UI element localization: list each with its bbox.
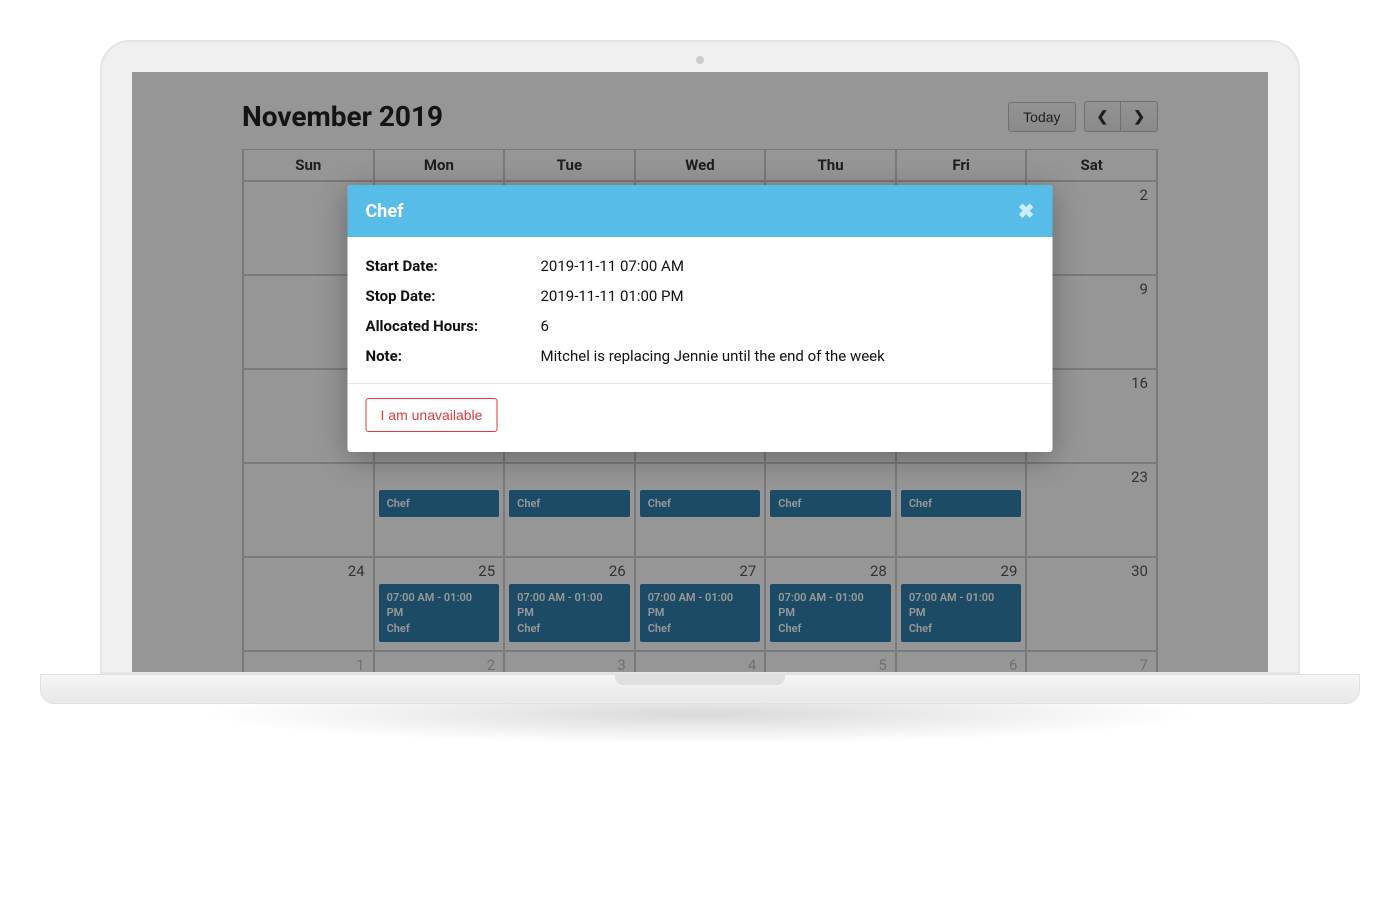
row-start-date: Start Date: 2019-11-11 07:00 AM — [366, 257, 1035, 275]
allocated-hours-value: 6 — [541, 317, 1035, 335]
note-label: Note: — [366, 347, 541, 365]
laptop-base — [40, 674, 1360, 704]
close-icon[interactable]: ✖ — [1018, 199, 1035, 223]
laptop-frame: November 2019 Today ❮ ❯ — [100, 40, 1300, 744]
modal-body: Start Date: 2019-11-11 07:00 AM Stop Dat… — [348, 237, 1053, 384]
modal-header: Chef ✖ — [348, 185, 1053, 237]
camera-dot — [696, 56, 704, 64]
start-date-label: Start Date: — [366, 257, 541, 275]
row-note: Note: Mitchel is replacing Jennie until … — [366, 347, 1035, 365]
modal-footer: I am unavailable — [348, 384, 1053, 452]
start-date-value: 2019-11-11 07:00 AM — [541, 257, 1035, 275]
stop-date-value: 2019-11-11 01:00 PM — [541, 287, 1035, 305]
shift-detail-modal: Chef ✖ Start Date: 2019-11-11 07:00 AM S… — [348, 185, 1053, 452]
row-allocated-hours: Allocated Hours: 6 — [366, 317, 1035, 335]
note-value: Mitchel is replacing Jennie until the en… — [541, 347, 1035, 365]
allocated-hours-label: Allocated Hours: — [366, 317, 541, 335]
laptop-bezel: November 2019 Today ❮ ❯ — [100, 40, 1300, 674]
laptop-notch — [615, 675, 785, 685]
screen: November 2019 Today ❮ ❯ — [132, 72, 1268, 672]
row-stop-date: Stop Date: 2019-11-11 01:00 PM — [366, 287, 1035, 305]
stop-date-label: Stop Date: — [366, 287, 541, 305]
unavailable-button[interactable]: I am unavailable — [366, 398, 498, 432]
modal-title: Chef — [366, 201, 404, 222]
